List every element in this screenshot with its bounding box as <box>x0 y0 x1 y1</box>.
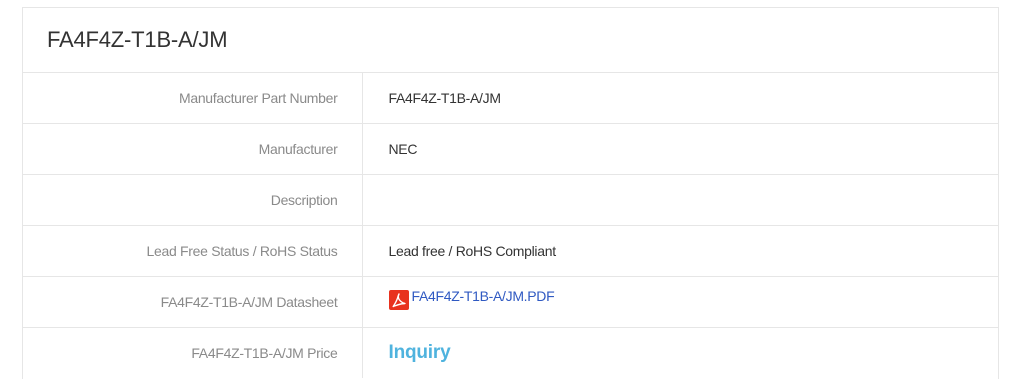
spec-value-manufacturer: NEC <box>362 123 998 175</box>
datasheet-link[interactable]: FA4F4Z-T1B-A/JM.PDF <box>388 287 555 310</box>
table-row: Description <box>23 174 998 226</box>
spec-label-price: FA4F4Z-T1B-A/JM Price <box>23 327 363 378</box>
page-title: FA4F4Z-T1B-A/JM <box>47 27 228 52</box>
pdf-icon <box>388 289 409 310</box>
table-row: FA4F4Z-T1B-A/JM Price Inquiry <box>23 327 998 378</box>
table-row: FA4F4Z-T1B-A/JM Datasheet FA4F4Z-T1B-A/J… <box>23 276 998 328</box>
table-row: Lead Free Status / RoHS Status Lead free… <box>23 225 998 277</box>
inquiry-link[interactable]: Inquiry <box>389 342 451 363</box>
table-row: Manufacturer NEC <box>23 123 998 175</box>
spec-label-description: Description <box>23 174 363 226</box>
table-row: Manufacturer Part Number FA4F4Z-T1B-A/JM <box>23 72 998 124</box>
spec-label-part-number: Manufacturer Part Number <box>23 72 363 124</box>
part-detail-panel: FA4F4Z-T1B-A/JM Manufacturer Part Number… <box>22 7 999 379</box>
spec-label-rohs: Lead Free Status / RoHS Status <box>23 225 363 277</box>
spec-label-datasheet: FA4F4Z-T1B-A/JM Datasheet <box>23 276 363 328</box>
spec-table: Manufacturer Part Number FA4F4Z-T1B-A/JM… <box>23 72 998 378</box>
datasheet-link-text: FA4F4Z-T1B-A/JM.PDF <box>411 287 555 304</box>
pdf-icon-graphic <box>388 289 409 310</box>
spec-value-description <box>362 174 998 226</box>
spec-value-price: Inquiry <box>362 327 998 378</box>
spec-value-datasheet: FA4F4Z-T1B-A/JM.PDF <box>362 276 998 328</box>
spec-label-manufacturer: Manufacturer <box>23 123 363 175</box>
spec-value-rohs: Lead free / RoHS Compliant <box>362 225 998 277</box>
spec-value-part-number: FA4F4Z-T1B-A/JM <box>362 72 998 124</box>
